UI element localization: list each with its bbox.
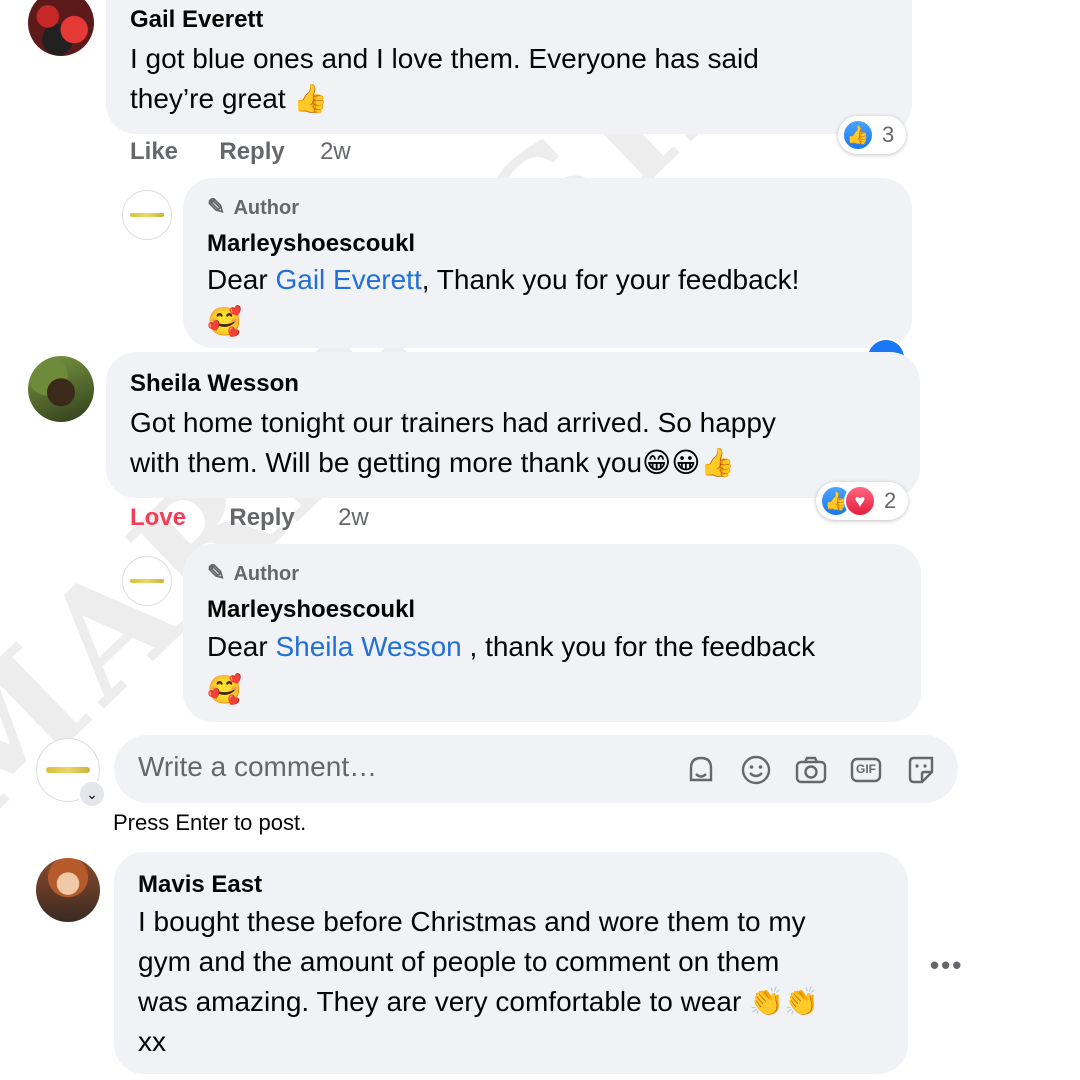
- comment-text-line: gym and the amount of people to comment …: [138, 946, 780, 977]
- avatar[interactable]: [28, 356, 94, 422]
- reply-author[interactable]: Marleyshoescoukl: [207, 596, 415, 624]
- like-button[interactable]: Like: [130, 138, 178, 165]
- reaction-count: 3: [882, 122, 895, 147]
- comment-text-line: with them. Will be getting more thank yo…: [130, 446, 736, 479]
- reply-bubble: ✎ Author Marleyshoescoukl Dear Gail Evere…: [183, 178, 912, 348]
- avatar[interactable]: [122, 556, 172, 606]
- chevron-down-icon[interactable]: ⌄: [78, 780, 106, 808]
- comment-actions: Like Reply 2w: [130, 138, 351, 166]
- comment-author[interactable]: Gail Everett: [130, 6, 263, 34]
- smiling-hearts-emoji: 🥰: [207, 305, 242, 338]
- comment-text-line: was amazing. They are very comfortable t…: [138, 985, 819, 1018]
- comment-author[interactable]: Mavis East: [138, 871, 262, 899]
- mention-link[interactable]: Gail Everett: [275, 264, 421, 295]
- like-reaction-icon: 👍: [842, 119, 874, 151]
- gif-icon[interactable]: GIF: [849, 753, 883, 787]
- avatar[interactable]: [122, 190, 172, 240]
- reaction-count: 2: [884, 488, 897, 513]
- reply-button[interactable]: Reply: [219, 138, 284, 165]
- camera-icon[interactable]: [794, 753, 828, 787]
- comment-author[interactable]: Sheila Wesson: [130, 370, 299, 398]
- reply-text: Dear Sheila Wesson , thank you for the f…: [207, 631, 816, 662]
- comment-text-line: they’re great 👍: [130, 82, 329, 115]
- sticker-icon[interactable]: [904, 753, 938, 787]
- comment-text-line: Got home tonight our trainers had arrive…: [130, 407, 776, 438]
- reply-button[interactable]: Reply: [229, 504, 294, 531]
- grinning-emoji: 😁😀👍: [642, 446, 736, 479]
- reaction-summary[interactable]: 👍 ♥ 2: [816, 482, 909, 520]
- reply-text: Dear Gail Everett, Thank you for your fe…: [207, 264, 800, 295]
- mention-link[interactable]: Sheila Wesson: [275, 631, 461, 662]
- comment-bubble: Gail Everett I got blue ones and I love …: [106, 0, 912, 134]
- comment-bubble: Sheila Wesson Got home tonight our train…: [106, 352, 920, 498]
- comment-text-line: xx: [138, 1026, 166, 1057]
- emoji-icon[interactable]: [739, 753, 773, 787]
- avatar[interactable]: [36, 858, 100, 922]
- author-badge: ✎ Author: [207, 194, 299, 219]
- comment-text-line: I bought these before Christmas and wore…: [138, 906, 806, 937]
- reply-bubble: ✎ Author Marleyshoescoukl Dear Sheila Wes…: [183, 544, 921, 722]
- comment-actions: Love Reply 2w: [130, 504, 369, 532]
- love-reaction-icon: ♥: [844, 485, 876, 517]
- timestamp[interactable]: 2w: [320, 138, 351, 165]
- reply-author[interactable]: Marleyshoescoukl: [207, 230, 415, 258]
- smiling-hearts-emoji: 🥰: [207, 673, 242, 706]
- post-hint: Press Enter to post.: [113, 810, 307, 835]
- timestamp[interactable]: 2w: [338, 504, 369, 531]
- reaction-summary[interactable]: 👍 3: [838, 116, 907, 154]
- thumbs-up-emoji: 👍: [293, 82, 329, 115]
- comment-text-line: I got blue ones and I love them. Everyon…: [130, 43, 759, 74]
- comment-composer[interactable]: Write a comment… GIF: [114, 735, 958, 803]
- more-options-icon[interactable]: •••: [930, 950, 963, 981]
- clapping-emoji: 👏👏: [749, 985, 819, 1018]
- avatar[interactable]: [28, 0, 94, 56]
- pen-icon: ✎: [207, 194, 226, 219]
- avatar-sticker-icon[interactable]: [684, 753, 718, 787]
- comment-input-placeholder[interactable]: Write a comment…: [138, 751, 377, 783]
- author-badge: ✎ Author: [207, 560, 299, 585]
- comment-bubble: Mavis East I bought these before Christm…: [114, 852, 908, 1074]
- love-button[interactable]: Love: [130, 504, 186, 531]
- pen-icon: ✎: [207, 560, 226, 585]
